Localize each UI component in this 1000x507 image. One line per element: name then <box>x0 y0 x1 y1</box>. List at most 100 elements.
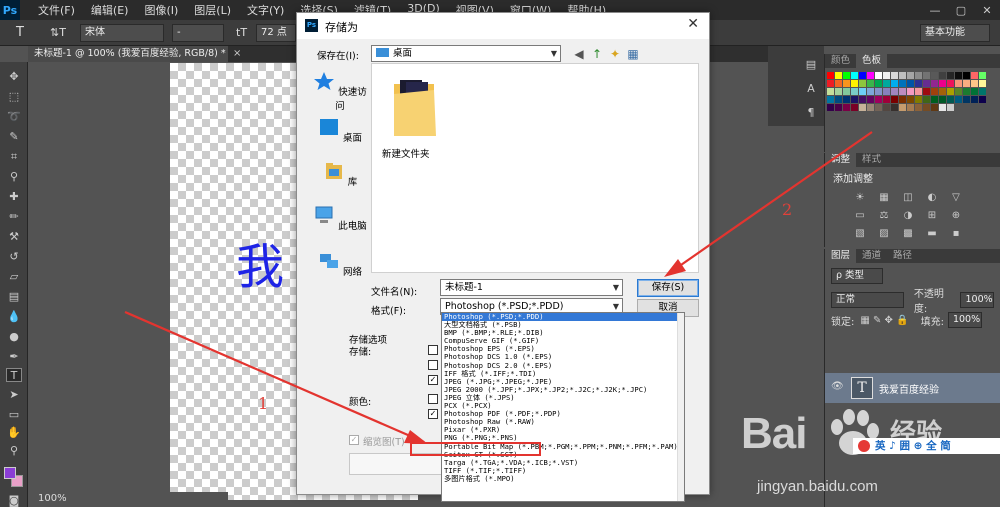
color-swatch[interactable] <box>883 88 890 95</box>
place-desktop[interactable]: 桌面 <box>309 117 371 144</box>
color-swatch[interactable] <box>835 96 842 103</box>
back-icon[interactable]: ◀ <box>572 47 586 61</box>
tab-swatches[interactable]: 色板 <box>856 54 888 68</box>
format-option[interactable]: TIFF (*.TIF;*.TIFF) <box>442 467 684 475</box>
tab-layers[interactable]: 图层 <box>825 249 857 263</box>
font-size-select[interactable]: 72 点 <box>256 24 296 42</box>
save-in-combobox[interactable]: 桌面 ▼ <box>371 45 561 62</box>
adjustment-icon[interactable]: ◫ <box>901 192 915 204</box>
color-swatch[interactable] <box>931 72 938 79</box>
type-tool-icon[interactable]: T <box>6 368 22 382</box>
layer-filter-select[interactable]: ρ 类型 <box>831 268 883 284</box>
color-swatch[interactable] <box>923 104 930 111</box>
color-swatch[interactable] <box>851 104 858 111</box>
paragraph-panel-icon[interactable]: ¶ <box>804 106 818 120</box>
color-swatch[interactable] <box>891 80 898 87</box>
color-swatch[interactable] <box>835 104 842 111</box>
workspace-select[interactable]: 基本功能 <box>920 24 990 42</box>
color-swatch[interactable] <box>883 72 890 79</box>
color-swatch[interactable] <box>859 96 866 103</box>
font-family-select[interactable]: 宋体 <box>80 24 164 42</box>
color-swatch[interactable] <box>891 96 898 103</box>
storage-checkbox-2[interactable] <box>428 360 438 370</box>
move-tool-icon[interactable]: ✥ <box>6 70 22 84</box>
text-panel-icon[interactable]: A <box>804 82 818 96</box>
eyedropper-tool-icon[interactable]: ⚲ <box>6 170 22 184</box>
lasso-tool-icon[interactable]: ➰ <box>6 110 22 124</box>
color-swatch[interactable] <box>875 96 882 103</box>
color-swatch[interactable] <box>915 104 922 111</box>
color-swatch[interactable] <box>931 104 938 111</box>
format-option[interactable]: Pixar (*.PXR) <box>442 426 684 434</box>
file-list-area[interactable]: 新建文件夹 <box>371 63 699 273</box>
gradient-tool-icon[interactable]: ▤ <box>6 290 22 304</box>
color-swatch[interactable] <box>867 96 874 103</box>
path-select-tool-icon[interactable]: ➤ <box>6 388 22 402</box>
color-swatch[interactable] <box>843 96 850 103</box>
storage-checkbox-3[interactable]: ✓ <box>428 375 438 385</box>
color-swatch[interactable] <box>963 72 970 79</box>
visibility-eye-icon[interactable]: 👁 <box>831 381 844 392</box>
color-swatch[interactable] <box>843 72 850 79</box>
color-swatch[interactable] <box>867 80 874 87</box>
view-menu-icon[interactable]: ▦ <box>626 47 640 61</box>
color-swatch[interactable] <box>875 88 882 95</box>
adjustment-icon[interactable]: ▦ <box>877 192 891 204</box>
color-swatch[interactable] <box>979 72 986 79</box>
lock-icons[interactable]: ▦ ✎ ✥ 🔒 <box>860 315 908 326</box>
color-swatch[interactable] <box>979 96 986 103</box>
color-swatch[interactable] <box>851 80 858 87</box>
type-tool-icon[interactable]: T <box>16 24 24 42</box>
color-swatch[interactable] <box>891 88 898 95</box>
color-swatch[interactable] <box>867 72 874 79</box>
color-swatch[interactable] <box>923 96 930 103</box>
color-swatch[interactable] <box>883 80 890 87</box>
format-dropdown-list[interactable]: Photoshop (*.PSD;*.PDD) 大型文档格式 (*.PSB) BMP… <box>441 312 685 502</box>
crop-tool-icon[interactable]: ⌗ <box>6 150 22 164</box>
tab-color[interactable]: 颜色 <box>825 54 856 68</box>
up-folder-icon[interactable]: ↑ <box>590 47 604 61</box>
color-swatch[interactable] <box>843 88 850 95</box>
color-swatch[interactable] <box>963 80 970 87</box>
color-swatch[interactable] <box>907 88 914 95</box>
color-swatch[interactable] <box>915 80 922 87</box>
healing-brush-tool-icon[interactable]: ✚ <box>6 190 22 204</box>
color-swatch[interactable] <box>971 72 978 79</box>
color-swatch[interactable] <box>859 104 866 111</box>
close-app-button[interactable]: ✕ <box>974 0 1000 20</box>
adjustment-icon[interactable]: ▩ <box>901 228 915 240</box>
color-swatch[interactable] <box>891 72 898 79</box>
format-option[interactable]: Photoshop EPS (*.EPS) <box>442 345 684 353</box>
history-panel-icon[interactable]: ▤ <box>804 58 818 72</box>
maximize-button[interactable]: ▢ <box>948 0 974 20</box>
foreground-color-swatch[interactable] <box>4 467 16 479</box>
format-option[interactable]: CompuServe GIF (*.GIF) <box>442 337 684 345</box>
hand-tool-icon[interactable]: ✋ <box>6 426 22 440</box>
color-swatch[interactable] <box>915 88 922 95</box>
color-swatch[interactable] <box>835 80 842 87</box>
color-swatch[interactable] <box>835 88 842 95</box>
tab-paths[interactable]: 路径 <box>887 249 918 263</box>
place-libraries[interactable]: 库 <box>309 161 371 188</box>
color-swatch[interactable] <box>947 80 954 87</box>
color-swatch[interactable] <box>915 72 922 79</box>
color-swatch[interactable] <box>907 104 914 111</box>
fill-input[interactable]: 100% <box>947 312 982 328</box>
font-style-select[interactable]: - <box>172 24 224 42</box>
format-option[interactable]: Photoshop (*.PSD;*.PDD) <box>442 313 684 322</box>
color-swatch[interactable] <box>971 96 978 103</box>
color-swatch[interactable] <box>875 80 882 87</box>
tab-adjustments[interactable]: 调整 <box>825 153 857 167</box>
menu-item[interactable]: 文件(F) <box>30 2 83 18</box>
format-option[interactable]: Photoshop Raw (*.RAW) <box>442 418 684 426</box>
history-brush-tool-icon[interactable]: ↺ <box>6 250 22 264</box>
dialog-close-button[interactable]: ✕ <box>687 16 699 32</box>
color-swatch[interactable] <box>883 104 890 111</box>
color-swatch[interactable] <box>947 72 954 79</box>
color-swatch[interactable] <box>947 104 954 111</box>
dropdown-scrollbar[interactable] <box>677 313 684 501</box>
text-orientation-icon[interactable]: ⇅T <box>50 24 66 42</box>
layer-name[interactable]: 我爱百度经验 <box>879 381 939 396</box>
color-swatch[interactable] <box>867 104 874 111</box>
format-option[interactable]: IFF 格式 (*.IFF;*.TDI) <box>442 370 684 378</box>
